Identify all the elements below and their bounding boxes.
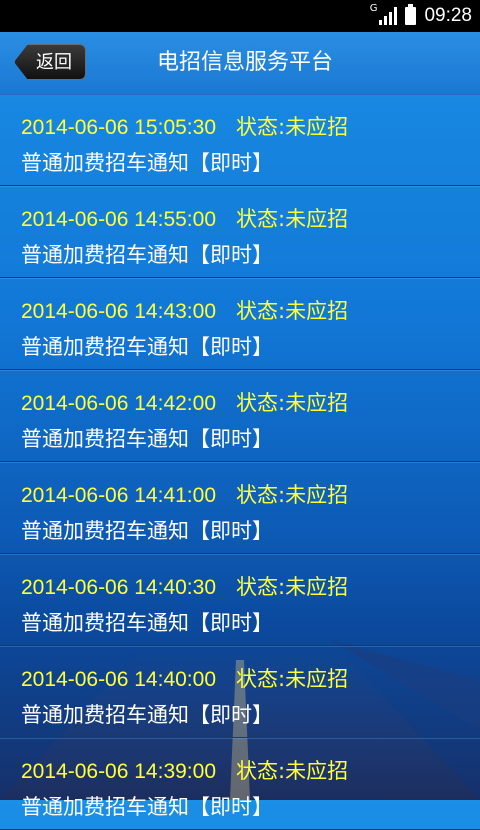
notification-status: 状态:未应招: [236, 115, 349, 139]
notification-datetime: 2014-06-06 14:40:00: [21, 668, 216, 691]
list-item[interactable]: 2014-06-06 14:40:30 状态:未应招普通加费招车通知【即时】: [0, 554, 480, 646]
clock: 09:28: [424, 5, 472, 26]
notification-datetime: 2014-06-06 14:43:00: [21, 300, 216, 323]
notification-datetime: 2014-06-06 15:05:30: [21, 116, 216, 139]
status-bar-right: G 09:28: [370, 0, 472, 32]
notification-message: 普通加费招车通知【即时】: [21, 243, 273, 267]
notification-header: 2014-06-06 14:40:30 状态:未应招: [21, 571, 348, 601]
notification-status: 状态:未应招: [236, 207, 349, 231]
notification-status: 状态:未应招: [236, 299, 349, 323]
notification-list: 2014-06-06 15:05:30 状态:未应招 普通加费招车通知【即时】 201…: [0, 94, 480, 830]
notification-status: 状态:未应招: [236, 391, 349, 415]
notification-message: 普通加费招车通知【即时】: [21, 151, 273, 175]
list-item[interactable]: 2014-06-06 14:55:00 状态:未应招普通加费招车通知【即时】: [0, 186, 480, 278]
notification-header: 2014-06-06 14:55:00 状态:未应招: [21, 203, 348, 233]
notification-header: 2014-06-06 14:43:00 状态:未应招: [21, 295, 348, 325]
notification-datetime: 2014-06-06 14:41:00: [21, 484, 216, 507]
notification-message: 普通加费招车通知【即时】: [21, 703, 273, 727]
notification-header: 2014-06-06 15:05:30 状态:未应招: [21, 111, 348, 141]
list-item[interactable]: 2014-06-06 14:40:00 状态:未应招普通加费招车通知【即时】: [0, 646, 480, 738]
notification-message: 普通加费招车通知【即时】: [21, 611, 273, 635]
notification-header: 2014-06-06 14:42:00 状态:未应招: [21, 387, 348, 417]
list-item[interactable]: 2014-06-06 15:05:30 状态:未应招普通加费招车通知【即时】: [0, 94, 480, 186]
signal-icon: [379, 7, 398, 25]
notification-status: 状态:未应招: [236, 483, 349, 507]
notification-header: 2014-06-06 14:41:00 状态:未应招: [21, 479, 348, 509]
notification-header: 2014-06-06 14:40:00 状态:未应招: [21, 663, 348, 693]
network-type-label: G: [369, 2, 378, 14]
notification-message: 普通加费招车通知【即时】: [21, 519, 273, 543]
status-bar: G 09:28: [0, 0, 480, 32]
notification-datetime: 2014-06-06 14:55:00: [21, 208, 216, 231]
notification-datetime: 2014-06-06 14:42:00: [21, 392, 216, 415]
list-item[interactable]: 2014-06-06 14:42:00 状态:未应招普通加费招车通知【即时】: [0, 370, 480, 462]
notification-message: 普通加费招车通知【即时】: [21, 427, 273, 451]
notification-datetime: 2014-06-06 14:40:30: [21, 576, 216, 599]
notification-header: 2014-06-06 14:39:00 状态:未应招: [21, 755, 348, 785]
list-item[interactable]: 2014-06-06 14:41:00 状态:未应招普通加费招车通知【即时】: [0, 462, 480, 554]
notification-message: 普通加费招车通知【即时】: [21, 335, 273, 359]
app-header: 电招信息服务平台 返回: [0, 32, 480, 95]
list-item[interactable]: 2014-06-06 14:39:00 状态:未应招普通加费招车通知【即时】: [0, 738, 480, 830]
notification-message: 普通加费招车通知【即时】: [21, 795, 273, 819]
notification-status: 状态:未应招: [236, 759, 349, 783]
list-item[interactable]: 2014-06-06 14:43:00 状态:未应招普通加费招车通知【即时】: [0, 278, 480, 370]
back-button[interactable]: 返回: [14, 44, 86, 80]
notification-datetime: 2014-06-06 14:39:00: [21, 760, 216, 783]
battery-icon: [405, 4, 417, 25]
notification-status: 状态:未应招: [236, 575, 349, 599]
notification-status: 状态:未应招: [236, 667, 349, 691]
